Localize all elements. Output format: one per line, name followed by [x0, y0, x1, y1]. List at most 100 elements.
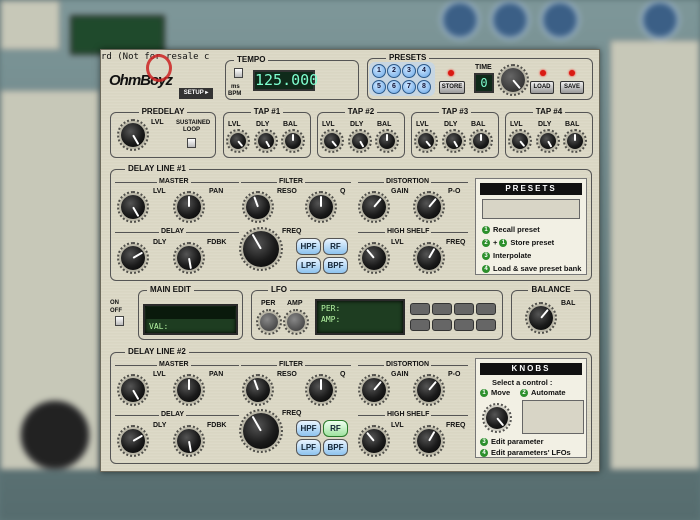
dl1-rf-button[interactable]: RF: [323, 238, 348, 255]
save-button[interactable]: SAVE: [560, 81, 584, 94]
dl2-freq-knob[interactable]: [239, 409, 283, 453]
preset-button-8[interactable]: 8: [417, 80, 431, 94]
tap3-bal-label: BAL: [471, 121, 486, 128]
dl2-filter-reso-knob[interactable]: [242, 374, 274, 406]
preset-button-5[interactable]: 5: [372, 80, 386, 94]
dl2-rf-button[interactable]: RF: [323, 420, 348, 437]
main-edit-display: VAL:: [143, 304, 238, 335]
dl2-master-lvl-knob[interactable]: [117, 374, 149, 406]
preset-button-2[interactable]: 2: [387, 64, 401, 78]
dl1-dist-gain-knob[interactable]: [358, 191, 390, 223]
dl1-master-lvl-knob[interactable]: [117, 191, 149, 223]
dl2-lvl-label: LVL: [153, 371, 166, 378]
dl2-hs-lvl-knob[interactable]: [358, 425, 390, 457]
dl1-gain-label: GAIN: [391, 188, 409, 195]
lfo-shape-button-6[interactable]: [432, 319, 452, 331]
lfo-amp-knob[interactable]: [283, 309, 309, 335]
dl2-filter-q-knob[interactable]: [305, 374, 337, 406]
lfo-shape-button-5[interactable]: [410, 319, 430, 331]
tap4-title: TAP #4: [532, 107, 566, 116]
bpm-label: BPM: [228, 91, 242, 97]
on-off-toggle[interactable]: [115, 316, 124, 326]
tap2-dly-knob[interactable]: [348, 129, 372, 153]
dl1-master-pan-knob[interactable]: [173, 191, 205, 223]
tap2-bal-knob[interactable]: [375, 129, 399, 153]
preset-button-6[interactable]: 6: [387, 80, 401, 94]
dl1-bpf-button[interactable]: BPF: [323, 257, 348, 274]
lfo-lcd-per: PER:: [321, 304, 341, 313]
dl1-freq-knob[interactable]: [239, 227, 283, 271]
tempo-sync-button[interactable]: [234, 68, 243, 78]
help-num-4: 4: [482, 265, 490, 274]
dl1-filter-reso-knob[interactable]: [242, 191, 274, 223]
preset-button-7[interactable]: 7: [402, 80, 416, 94]
tap2-lvl-knob[interactable]: [320, 129, 344, 153]
dl2-dist-po-knob[interactable]: [413, 374, 445, 406]
dl2-delay-fdbk-knob[interactable]: [173, 425, 205, 457]
dl1-filter-q-knob[interactable]: [305, 191, 337, 223]
tap1-lvl-label: LVL: [228, 121, 241, 128]
dl1-hs-lvl-knob[interactable]: [358, 242, 390, 274]
load-button[interactable]: LOAD: [530, 81, 554, 94]
preset-button-4[interactable]: 4: [417, 64, 431, 78]
tap4-dly-knob[interactable]: [536, 129, 560, 153]
tap1-lvl-knob[interactable]: [226, 129, 250, 153]
bg-panel: [0, 0, 60, 50]
lfo-shape-button-1[interactable]: [410, 303, 430, 315]
lfo-shape-button-4[interactable]: [476, 303, 496, 315]
tap3-bal-knob[interactable]: [469, 129, 493, 153]
setup-button[interactable]: SETUP ▸: [179, 88, 213, 99]
dl1-lpf-button[interactable]: LPF: [296, 257, 321, 274]
lfo-shape-button-3[interactable]: [454, 303, 474, 315]
lfo-shape-button-2[interactable]: [432, 303, 452, 315]
predelay-lvl-knob[interactable]: [117, 119, 149, 151]
dl2-dist-gain-knob[interactable]: [358, 374, 390, 406]
knobs-help-title: KNOBS: [480, 363, 582, 375]
dl2-pan-label: PAN: [209, 371, 224, 378]
presets-help-box: PRESETS 1 Recall preset 2 +1 Store preset 3…: [475, 178, 587, 275]
load-led: [540, 70, 546, 76]
dl1-delay-fdbk-knob[interactable]: [173, 242, 205, 274]
tap4-lvl-knob[interactable]: [508, 129, 532, 153]
tap4-bal-knob[interactable]: [563, 129, 587, 153]
help-num-1: 1: [482, 226, 490, 235]
delay-line-1-title: DELAY LINE #1: [125, 164, 189, 173]
tempo-display[interactable]: 125.000: [253, 70, 318, 91]
dl1-delay-dly-knob[interactable]: [117, 242, 149, 274]
lfo-amp-label: AMP: [287, 300, 303, 307]
store-button[interactable]: STORE: [439, 81, 465, 94]
dl2-freq-label: FREQ: [282, 410, 302, 417]
dl2-hs-lvl-label: LVL: [391, 422, 404, 429]
dl2-bpf-button[interactable]: BPF: [323, 439, 348, 456]
lfo-shape-button-7[interactable]: [454, 319, 474, 331]
lfo-shape-button-8[interactable]: [476, 319, 496, 331]
predelay-title: PREDELAY: [138, 107, 188, 116]
dl1-dist-po-knob[interactable]: [413, 191, 445, 223]
tap4-dly-label: DLY: [538, 121, 552, 128]
tap1-bal-knob[interactable]: [281, 129, 305, 153]
lfo-per-knob[interactable]: [256, 309, 282, 335]
dl1-hpf-button[interactable]: HPF: [296, 238, 321, 255]
sustained-loop-toggle[interactable]: [187, 138, 196, 148]
dl2-delay-dly-knob[interactable]: [117, 425, 149, 457]
lfo-per-label: PER: [261, 300, 276, 307]
dl2-hs-freq-knob[interactable]: [413, 425, 445, 457]
time-knob[interactable]: [497, 64, 529, 96]
dl2-po-label: P-O: [448, 371, 461, 378]
dl1-hs-freq-knob[interactable]: [413, 242, 445, 274]
tap3-title: TAP #3: [438, 107, 472, 116]
store-led: [448, 70, 454, 76]
dl2-lpf-button[interactable]: LPF: [296, 439, 321, 456]
balance-knob[interactable]: [525, 302, 557, 334]
tap3-lvl-knob[interactable]: [414, 129, 438, 153]
help-num-2: 2: [482, 239, 490, 248]
preset-button-3[interactable]: 3: [402, 64, 416, 78]
tap3-dly-label: DLY: [444, 121, 458, 128]
tap3-dly-knob[interactable]: [442, 129, 466, 153]
dl2-master-pan-knob[interactable]: [173, 374, 205, 406]
tap1-dly-knob[interactable]: [254, 129, 278, 153]
presets-help-title: PRESETS: [480, 183, 582, 195]
dl2-hpf-button[interactable]: HPF: [296, 420, 321, 437]
preset-button-1[interactable]: 1: [372, 64, 386, 78]
dl1-dly-label: DLY: [153, 239, 167, 246]
